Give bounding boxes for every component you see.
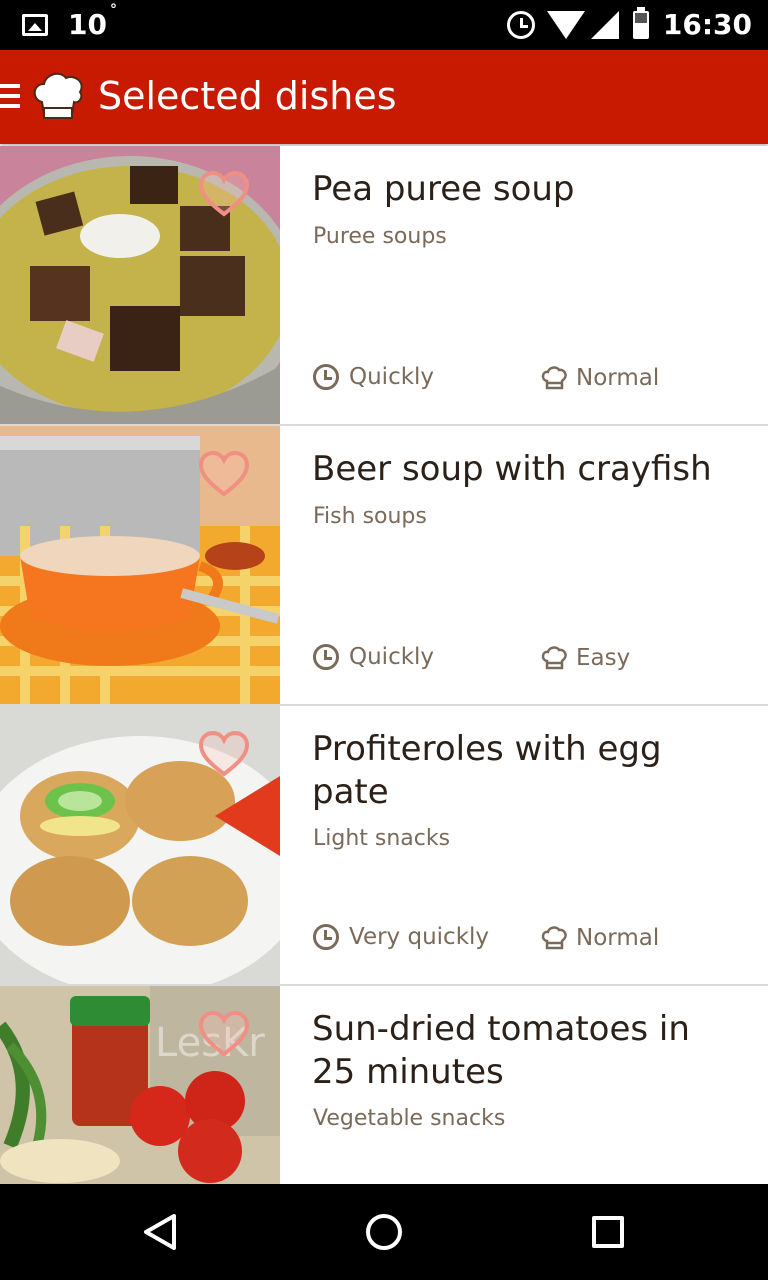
image-icon	[22, 13, 48, 36]
signal-icon	[590, 10, 619, 39]
clock-icon	[313, 924, 339, 950]
favorite-icon[interactable]	[198, 730, 250, 778]
dish-category: Fish soups	[313, 504, 427, 529]
back-icon[interactable]	[140, 1212, 180, 1252]
notification-counter: 10 °	[68, 2, 117, 41]
cook-time-label: Quickly	[349, 644, 435, 670]
dish-card[interactable]: Profiteroles with egg pate Light snacks …	[0, 706, 768, 986]
dish-card[interactable]: Beer soup with crayfish Fish soups Quick…	[0, 426, 768, 706]
home-icon[interactable]	[366, 1214, 402, 1250]
app-title: Selected dishes	[98, 74, 397, 118]
dish-photo	[0, 146, 280, 424]
dish-title[interactable]: Sun-dried tomatoes in 25 minutes	[312, 1008, 732, 1094]
status-bar: 10 ° 16:30	[0, 0, 768, 50]
chef-hat-logo[interactable]	[26, 64, 90, 128]
difficulty-label: Normal	[576, 925, 660, 951]
dish-photo: LesKr	[0, 986, 280, 1184]
status-time: 16:30	[662, 8, 752, 41]
dish-title[interactable]: Beer soup with crayfish	[312, 448, 732, 491]
difficulty-label: Normal	[576, 365, 660, 391]
difficulty: Easy	[540, 644, 630, 672]
cook-time: Quickly	[313, 364, 434, 390]
favorite-icon[interactable]	[198, 1010, 250, 1058]
system-nav-bar	[0, 1184, 768, 1280]
cook-time-label: Very quickly	[349, 924, 490, 950]
app-bar: Selected dishes	[0, 50, 768, 144]
notification-extra: °	[109, 2, 117, 18]
dish-photo	[0, 706, 280, 984]
favorite-icon[interactable]	[198, 450, 250, 498]
dish-title[interactable]: Pea puree soup	[312, 168, 732, 211]
favorite-icon[interactable]	[198, 170, 250, 218]
cook-time: Very quickly	[313, 924, 489, 950]
chef-hat-icon	[541, 366, 567, 390]
cook-time: Quickly	[313, 644, 434, 670]
alarm-icon	[506, 10, 535, 39]
chef-hat-icon	[541, 926, 567, 950]
wifi-icon	[546, 10, 585, 39]
difficulty: Normal	[540, 924, 659, 952]
cook-time-label: Quickly	[349, 364, 435, 390]
clock-icon	[313, 364, 339, 390]
dish-category: Vegetable snacks	[313, 1106, 506, 1131]
difficulty: Normal	[540, 364, 659, 392]
difficulty-label: Easy	[576, 645, 631, 671]
dish-category: Puree soups	[313, 224, 447, 249]
chef-hat-icon	[541, 646, 567, 670]
battery-icon	[632, 6, 649, 39]
dish-card[interactable]: LesKr Sun-dried tomatoes in 25 minutes V…	[0, 986, 768, 1184]
dish-category: Light snacks	[313, 826, 451, 851]
notification-count: 10	[68, 8, 107, 41]
dish-photo	[0, 426, 280, 704]
clock-icon	[313, 644, 339, 670]
dish-title[interactable]: Profiteroles with egg pate	[312, 728, 732, 814]
menu-icon[interactable]	[0, 84, 20, 108]
dish-list[interactable]: Pea puree soup Puree soups Quickly Norma…	[0, 146, 768, 1184]
dish-card[interactable]: Pea puree soup Puree soups Quickly Norma…	[0, 146, 768, 426]
recents-icon[interactable]	[592, 1216, 624, 1248]
